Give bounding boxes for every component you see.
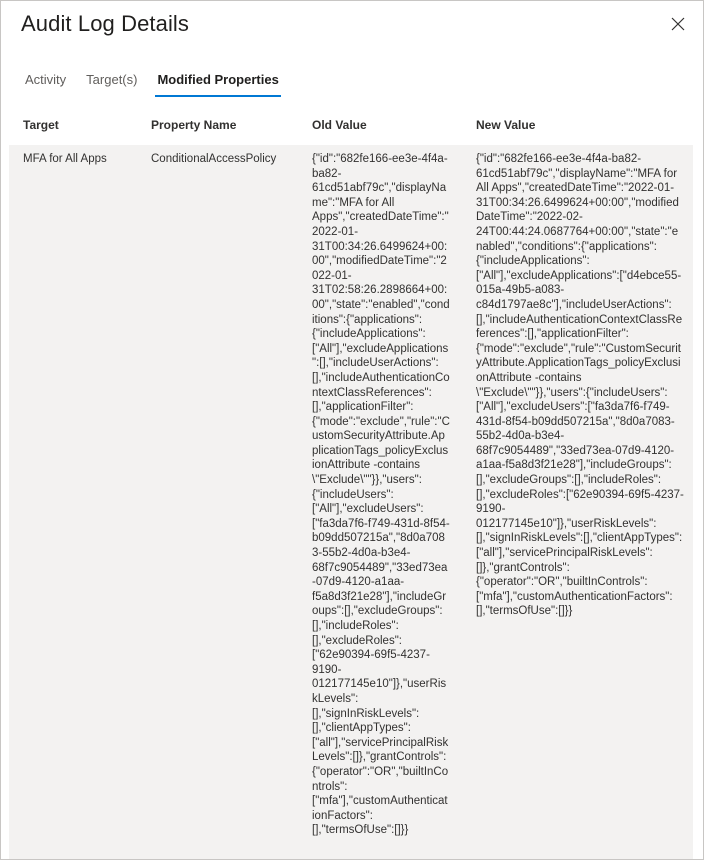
cell-property-name: ConditionalAccessPolicy <box>151 153 277 165</box>
tab-bar: Activity Target(s) Modified Properties <box>15 65 289 97</box>
tab-activity[interactable]: Activity <box>15 71 76 97</box>
table-header-row: Target Property Name Old Value New Value <box>1 109 703 145</box>
panel-header: Audit Log Details <box>1 1 703 59</box>
table-row[interactable]: MFA for All Apps ConditionalAccessPolicy… <box>9 145 693 859</box>
cell-old-value: {"id":"682fe166-ee3e-4f4a-ba82-61cd51abf… <box>312 153 450 837</box>
audit-log-details-panel: Audit Log Details Activity Target(s) Mod… <box>0 0 704 860</box>
close-icon[interactable] <box>661 7 695 41</box>
cell-target: MFA for All Apps <box>23 153 107 165</box>
column-header-new-value[interactable]: New Value <box>476 118 535 132</box>
cell-new-value: {"id":"682fe166-ee3e-4f4a-ba82-61cd51abf… <box>476 153 684 618</box>
tab-targets-label: Target(s) <box>86 72 138 87</box>
modified-properties-table: Target Property Name Old Value New Value… <box>1 109 703 859</box>
column-header-target[interactable]: Target <box>23 118 59 132</box>
column-header-old-value[interactable]: Old Value <box>312 118 367 132</box>
tab-activity-label: Activity <box>25 72 67 87</box>
tab-modified-properties[interactable]: Modified Properties <box>147 71 288 97</box>
tab-targets[interactable]: Target(s) <box>76 71 147 97</box>
page-title: Audit Log Details <box>21 11 190 36</box>
tab-modified-properties-label: Modified Properties <box>157 72 279 87</box>
column-header-property-name[interactable]: Property Name <box>151 118 236 132</box>
